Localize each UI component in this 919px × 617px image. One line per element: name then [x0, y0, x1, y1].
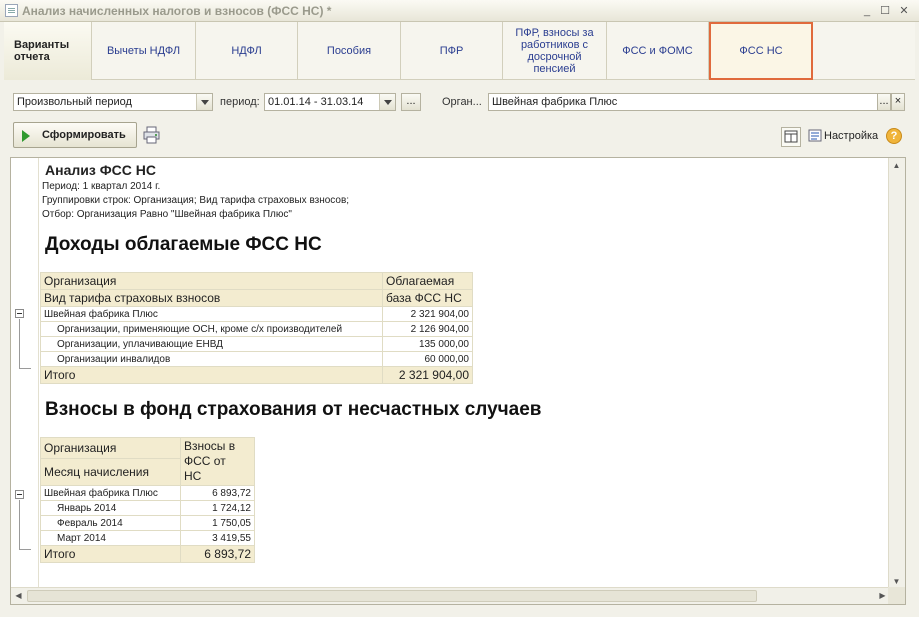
contributions-table: Организация Взносы в ФСС от НС Месяц нач… [40, 437, 255, 563]
maximize-icon[interactable]: ☐ [878, 4, 892, 18]
tree-line [19, 319, 20, 368]
play-icon [22, 130, 30, 142]
taxable-income-table: Организация Облагаемая Вид тарифа страхо… [40, 272, 473, 384]
tree-line [19, 500, 20, 549]
collapse-group-icon[interactable] [15, 490, 24, 499]
report-tabs: Варианты отчета Вычеты НДФЛ НДФЛ Пособия… [4, 22, 915, 80]
period-type-select[interactable]: Произвольный период [13, 93, 213, 111]
report-grouping: Группировки строк: Организация; Вид тари… [42, 195, 350, 206]
section1-heading: Доходы облагаемые ФСС НС [45, 234, 322, 255]
settings-button[interactable]: Настройка [824, 130, 878, 142]
table-row[interactable]: Швейная фабрика Плюс 6 893,72 [40, 485, 255, 501]
table-row[interactable]: Февраль 2014 1 750,05 [40, 515, 255, 531]
column-header: Взносы в ФСС от НС [180, 437, 255, 486]
total-row: Итого 6 893,72 [40, 545, 255, 563]
table-row[interactable]: Январь 2014 1 724,12 [40, 500, 255, 516]
report-title: Анализ ФСС НС [45, 162, 156, 178]
organization-select-button[interactable]: ... [877, 93, 891, 111]
tab-benefits[interactable]: Пособия [298, 22, 401, 80]
scrollbar-thumb[interactable] [27, 590, 757, 602]
tab-fss-foms[interactable]: ФСС и ФОМС [607, 22, 709, 80]
organization-label: Орган... [442, 96, 482, 108]
chevron-down-icon[interactable] [379, 94, 395, 110]
horizontal-scrollbar[interactable]: ◀ ▶ [11, 587, 890, 604]
period-select-button[interactable]: ... [401, 93, 421, 111]
report-spreadsheet[interactable]: Анализ ФСС НС Период: 1 квартал 2014 г. … [10, 157, 906, 605]
minimize-icon[interactable]: _ [860, 4, 874, 18]
organization-clear-button[interactable]: × [891, 93, 905, 111]
table-row[interactable]: Организации, уплачивающие ЕНВД 135 000,0… [40, 336, 473, 352]
column-header: Месяц начисления [40, 458, 181, 486]
settings-icon[interactable] [808, 129, 822, 143]
tab-fss-ns[interactable]: ФСС НС [709, 22, 813, 80]
tab-report-variants[interactable]: Варианты отчета [4, 22, 92, 80]
column-header: Организация [40, 437, 181, 459]
table-view-icon[interactable] [781, 127, 801, 147]
generate-button[interactable]: Сформировать [13, 122, 137, 148]
chevron-down-icon[interactable] [196, 94, 212, 110]
column-header: база ФСС НС [382, 289, 473, 307]
period-field[interactable]: 01.01.14 - 31.03.14 [264, 93, 396, 111]
total-row: Итого 2 321 904,00 [40, 366, 473, 384]
vertical-scrollbar[interactable]: ▲ ▼ [888, 158, 905, 589]
report-filter: Отбор: Организация Равно "Швейная фабрик… [42, 209, 292, 220]
scroll-corner [888, 587, 905, 604]
report-icon [5, 4, 18, 17]
scroll-left-icon[interactable]: ◀ [11, 588, 26, 603]
tab-ndfl[interactable]: НДФЛ [196, 22, 298, 80]
print-icon[interactable] [143, 126, 163, 146]
collapse-group-icon[interactable] [15, 309, 24, 318]
tab-pfr-early-pension[interactable]: ПФР, взносы за работников с досрочной пе… [503, 22, 607, 80]
tab-ndfl-deductions[interactable]: Вычеты НДФЛ [92, 22, 196, 80]
help-icon[interactable]: ? [886, 128, 902, 144]
scroll-up-icon[interactable]: ▲ [889, 158, 904, 173]
grouping-gutter [11, 158, 39, 589]
organization-field[interactable]: Швейная фабрика Плюс [488, 93, 878, 111]
column-header: Организация [40, 272, 383, 290]
table-row[interactable]: Швейная фабрика Плюс 2 321 904,00 [40, 306, 473, 322]
period-label: период: [220, 96, 260, 108]
tree-line [19, 368, 31, 369]
tree-line [19, 549, 31, 550]
close-icon[interactable]: ✕ [897, 4, 911, 18]
table-row[interactable]: Организации инвалидов 60 000,00 [40, 351, 473, 367]
window-title: Анализ начисленных налогов и взносов (ФС… [22, 4, 332, 18]
column-header: Облагаемая [382, 272, 473, 290]
table-row[interactable]: Март 2014 3 419,55 [40, 530, 255, 546]
report-period: Период: 1 квартал 2014 г. [42, 181, 161, 192]
section2-heading: Взносы в фонд страхования от несчастных … [45, 399, 542, 420]
tab-pfr[interactable]: ПФР [401, 22, 503, 80]
table-row[interactable]: Организации, применяющие ОСН, кроме с/х … [40, 321, 473, 337]
title-bar: Анализ начисленных налогов и взносов (ФС… [0, 0, 919, 22]
column-header: Вид тарифа страховых взносов [40, 289, 383, 307]
